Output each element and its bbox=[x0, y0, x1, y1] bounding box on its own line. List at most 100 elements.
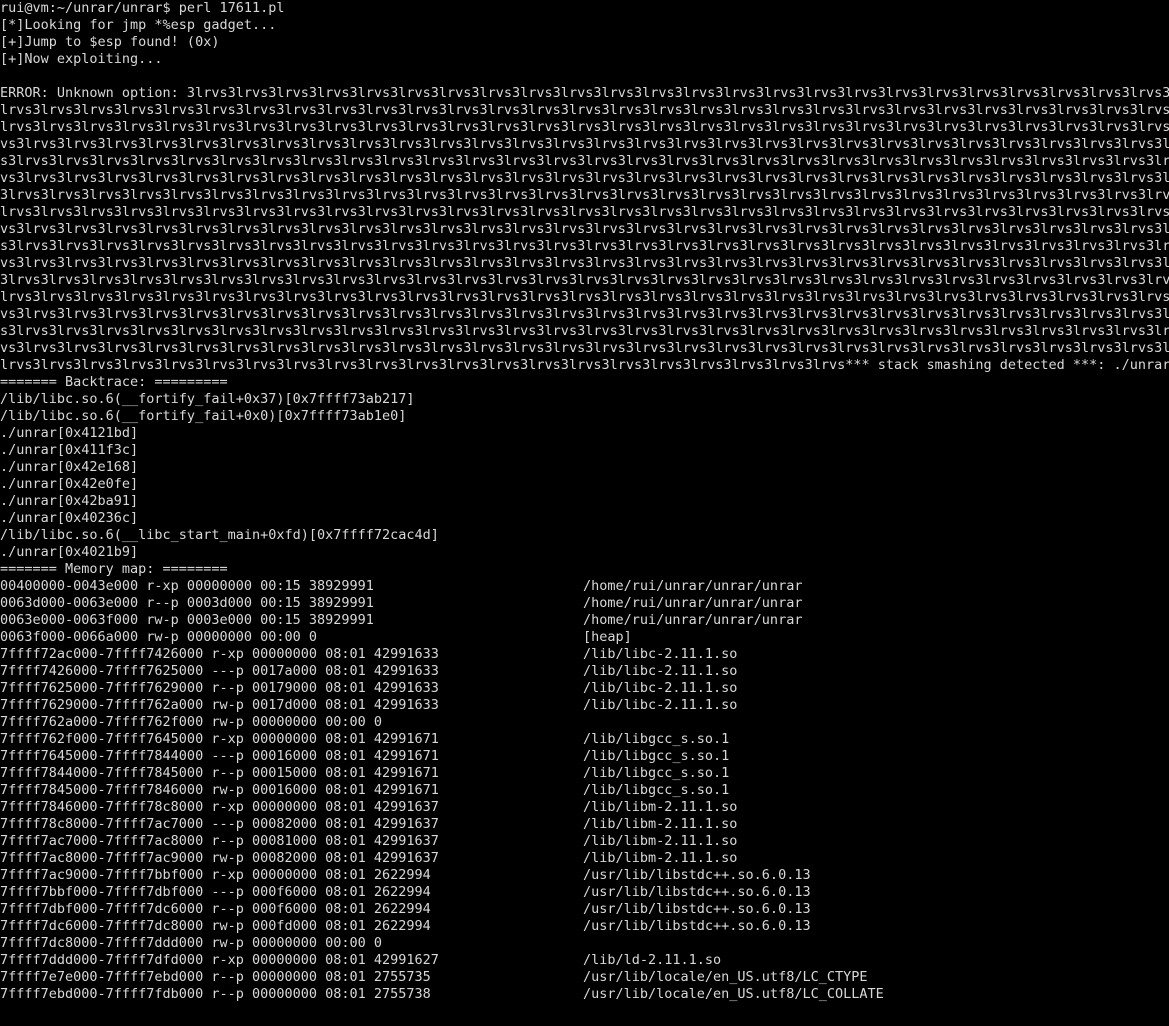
memory-map-path: /lib/libgcc_s.so.1 bbox=[583, 731, 730, 747]
memory-map-row: 7ffff7dc6000-7ffff7dc8000 rw-p 000fd000 … bbox=[0, 918, 1169, 935]
memory-map-path: /lib/ld-2.11.1.so bbox=[583, 952, 722, 968]
memory-map-range: 7ffff7ac7000-7ffff7ac8000 r--p 00081000 … bbox=[0, 833, 439, 849]
output-line: ./unrar[0x42ba91] bbox=[0, 493, 139, 509]
memory-map-range: 7ffff72ac000-7ffff7426000 r-xp 00000000 … bbox=[0, 646, 439, 662]
memory-map-range: 7ffff7ac9000-7ffff7bbf000 r-xp 00000000 … bbox=[0, 867, 431, 883]
output-line: s3lrvs3lrvs3lrvs3lrvs3lrvs3lrvs3lrvs3lrv… bbox=[0, 153, 1169, 169]
memory-map-path: /lib/libm-2.11.1.so bbox=[583, 833, 738, 849]
memory-map-path: /lib/libm-2.11.1.so bbox=[583, 850, 738, 866]
output-line: ./unrar[0x4121bd] bbox=[0, 425, 139, 441]
memory-map-path: /usr/lib/libstdc++.so.6.0.13 bbox=[583, 901, 811, 917]
output-line: ./unrar[0x4021b9] bbox=[0, 544, 139, 560]
memory-map-range: 7ffff7ddd000-7ffff7dfd000 r-xp 00000000 … bbox=[0, 952, 439, 968]
memory-map-row: 7ffff7426000-7ffff7625000 ---p 0017a000 … bbox=[0, 663, 1169, 680]
memory-map-row: 7ffff7ac8000-7ffff7ac9000 rw-p 00082000 … bbox=[0, 850, 1169, 867]
output-line: lrvs3lrvs3lrvs3lrvs3lrvs3lrvs3lrvs3lrvs3… bbox=[0, 102, 1169, 118]
memory-map-path: /lib/libc-2.11.1.so bbox=[583, 663, 738, 679]
memory-map-row: 7ffff7dc8000-7ffff7ddd000 rw-p 00000000 … bbox=[0, 935, 1169, 952]
memory-map-row: 0063f000-0066a000 rw-p 00000000 00:00 0 [… bbox=[0, 629, 1169, 646]
memory-map-range: 0063f000-0066a000 rw-p 00000000 00:00 0 bbox=[0, 629, 317, 645]
output-line: /lib/libc.so.6(__fortify_fail+0x0)[0x7ff… bbox=[0, 408, 407, 424]
output-line: ./unrar[0x40236c] bbox=[0, 510, 139, 526]
memory-map-range: 7ffff7dc6000-7ffff7dc8000 rw-p 000fd000 … bbox=[0, 918, 431, 934]
memory-map-path: /lib/libc-2.11.1.so bbox=[583, 697, 738, 713]
output-line: vs3lrvs3lrvs3lrvs3lrvs3lrvs3lrvs3lrvs3lr… bbox=[0, 136, 1169, 152]
memory-map-range: 7ffff7845000-7ffff7846000 rw-p 00016000 … bbox=[0, 782, 439, 798]
memory-map-range: 7ffff7e7e000-7ffff7ebd000 r--p 00000000 … bbox=[0, 969, 431, 985]
memory-map-range: 7ffff7dbf000-7ffff7dc6000 r--p 000f6000 … bbox=[0, 901, 431, 917]
output-line: s3lrvs3lrvs3lrvs3lrvs3lrvs3lrvs3lrvs3lrv… bbox=[0, 238, 1169, 254]
memory-map-range: 0063d000-0063e000 r--p 0003d000 00:15 38… bbox=[0, 595, 374, 611]
memory-map-range: 7ffff7629000-7ffff762a000 rw-p 0017d000 … bbox=[0, 697, 439, 713]
memory-map-range: 7ffff7426000-7ffff7625000 ---p 0017a000 … bbox=[0, 663, 439, 679]
memory-map-range: 7ffff7846000-7ffff78c8000 r-xp 00000000 … bbox=[0, 799, 439, 815]
memory-map-row: 7ffff762a000-7ffff762f000 rw-p 00000000 … bbox=[0, 714, 1169, 731]
output-line: ./unrar[0x411f3c] bbox=[0, 442, 139, 458]
output-line: vs3lrvs3lrvs3lrvs3lrvs3lrvs3lrvs3lrvs3lr… bbox=[0, 340, 1169, 356]
memory-map-path: /lib/libgcc_s.so.1 bbox=[583, 782, 730, 798]
memory-map-range: 0063e000-0063f000 rw-p 0003e000 00:15 38… bbox=[0, 612, 374, 628]
memory-map-path: /lib/libc-2.11.1.so bbox=[583, 646, 738, 662]
output-line: lrvs3lrvs3lrvs3lrvs3lrvs3lrvs3lrvs3lrvs3… bbox=[0, 357, 1169, 373]
memory-map-row: 7ffff7ddd000-7ffff7dfd000 r-xp 00000000 … bbox=[0, 952, 1169, 969]
memory-map-path: /home/rui/unrar/unrar/unrar bbox=[583, 612, 803, 628]
memory-map-range: 7ffff7645000-7ffff7844000 ---p 00016000 … bbox=[0, 748, 439, 764]
prompt-line: rui@vm:~/unrar/unrar$ perl 17611.pl bbox=[0, 0, 285, 16]
memory-map-range: 7ffff7844000-7ffff7845000 r--p 00015000 … bbox=[0, 765, 439, 781]
memory-map-range: 7ffff7625000-7ffff7629000 r--p 00179000 … bbox=[0, 680, 439, 696]
memory-map-row: 7ffff7846000-7ffff78c8000 r-xp 00000000 … bbox=[0, 799, 1169, 816]
memory-map-range: 00400000-0043e000 r-xp 00000000 00:15 38… bbox=[0, 578, 374, 594]
output-line: 3lrvs3lrvs3lrvs3lrvs3lrvs3lrvs3lrvs3lrvs… bbox=[0, 272, 1169, 288]
output-line: vs3lrvs3lrvs3lrvs3lrvs3lrvs3lrvs3lrvs3lr… bbox=[0, 221, 1169, 237]
output-line: /lib/libc.so.6(__libc_start_main+0xfd)[0… bbox=[0, 527, 439, 543]
output-line: lrvs3lrvs3lrvs3lrvs3lrvs3lrvs3lrvs3lrvs3… bbox=[0, 289, 1169, 305]
output-line: ERROR: Unknown option: 3lrvs3lrvs3lrvs3l… bbox=[0, 85, 1169, 101]
output-line: lrvs3lrvs3lrvs3lrvs3lrvs3lrvs3lrvs3lrvs3… bbox=[0, 204, 1169, 220]
memory-map-row: 7ffff7e7e000-7ffff7ebd000 r--p 00000000 … bbox=[0, 969, 1169, 986]
memory-map-row: 7ffff7ac7000-7ffff7ac8000 r--p 00081000 … bbox=[0, 833, 1169, 850]
memory-map-path: /home/rui/unrar/unrar/unrar bbox=[583, 595, 803, 611]
memory-map-row: 7ffff7ebd000-7ffff7fdb000 r--p 00000000 … bbox=[0, 986, 1169, 1003]
memory-map-path: /usr/lib/locale/en_US.utf8/LC_COLLATE bbox=[583, 986, 884, 1002]
memory-map-row: 00400000-0043e000 r-xp 00000000 00:15 38… bbox=[0, 578, 1169, 595]
terminal-window[interactable]: rui@vm:~/unrar/unrar$ perl 17611.pl [*]L… bbox=[0, 0, 1169, 1026]
output-line: ======= Backtrace: ========= bbox=[0, 374, 228, 390]
output-line: vs3lrvs3lrvs3lrvs3lrvs3lrvs3lrvs3lrvs3lr… bbox=[0, 255, 1169, 271]
memory-map-path: /usr/lib/locale/en_US.utf8/LC_CTYPE bbox=[583, 969, 868, 985]
memory-map-row: 7ffff72ac000-7ffff7426000 r-xp 00000000 … bbox=[0, 646, 1169, 663]
output-line: ======= Memory map: ======== bbox=[0, 561, 228, 577]
output-line: [*]Looking for jmp *%esp gadget... bbox=[0, 17, 277, 33]
memory-map-row: 7ffff78c8000-7ffff7ac7000 ---p 00082000 … bbox=[0, 816, 1169, 833]
memory-map-row: 0063e000-0063f000 rw-p 0003e000 00:15 38… bbox=[0, 612, 1169, 629]
memory-map-row: 7ffff7844000-7ffff7845000 r--p 00015000 … bbox=[0, 765, 1169, 782]
memory-map-row: 7ffff7629000-7ffff762a000 rw-p 0017d000 … bbox=[0, 697, 1169, 714]
output-line: ./unrar[0x42e0fe] bbox=[0, 476, 139, 492]
memory-map-path: /usr/lib/libstdc++.so.6.0.13 bbox=[583, 918, 811, 934]
memory-map-row: 7ffff7ac9000-7ffff7bbf000 r-xp 00000000 … bbox=[0, 867, 1169, 884]
memory-map-path: /home/rui/unrar/unrar/unrar bbox=[583, 578, 803, 594]
memory-map-range: 7ffff762f000-7ffff7645000 r-xp 00000000 … bbox=[0, 731, 439, 747]
memory-map-range: 7ffff762a000-7ffff762f000 rw-p 00000000 … bbox=[0, 714, 383, 730]
memory-map-path: /lib/libm-2.11.1.so bbox=[583, 799, 738, 815]
output-line: [+]Jump to $esp found! (0x) bbox=[0, 34, 220, 50]
output-line: [+]Now exploiting... bbox=[0, 51, 163, 67]
memory-map-row: 7ffff762f000-7ffff7645000 r-xp 00000000 … bbox=[0, 731, 1169, 748]
memory-map-row: 7ffff7bbf000-7ffff7dbf000 ---p 000f6000 … bbox=[0, 884, 1169, 901]
output-line: s3lrvs3lrvs3lrvs3lrvs3lrvs3lrvs3lrvs3lrv… bbox=[0, 323, 1169, 339]
memory-map-row: 7ffff7dbf000-7ffff7dc6000 r--p 000f6000 … bbox=[0, 901, 1169, 918]
output-line: lrvs3lrvs3lrvs3lrvs3lrvs3lrvs3lrvs3lrvs3… bbox=[0, 119, 1169, 135]
memory-map-path: /lib/libgcc_s.so.1 bbox=[583, 748, 730, 764]
output-line: ./unrar[0x42e168] bbox=[0, 459, 139, 475]
memory-map-range: 7ffff7ac8000-7ffff7ac9000 rw-p 00082000 … bbox=[0, 850, 439, 866]
memory-map-path: [heap] bbox=[583, 629, 632, 645]
memory-map-row: 7ffff7625000-7ffff7629000 r--p 00179000 … bbox=[0, 680, 1169, 697]
memory-map-list: 00400000-0043e000 r-xp 00000000 00:15 38… bbox=[0, 578, 1169, 1003]
memory-map-range: 7ffff78c8000-7ffff7ac7000 ---p 00082000 … bbox=[0, 816, 439, 832]
memory-map-path: /usr/lib/libstdc++.so.6.0.13 bbox=[583, 884, 811, 900]
memory-map-path: /lib/libgcc_s.so.1 bbox=[583, 765, 730, 781]
output-line: vs3lrvs3lrvs3lrvs3lrvs3lrvs3lrvs3lrvs3lr… bbox=[0, 170, 1169, 186]
memory-map-range: 7ffff7dc8000-7ffff7ddd000 rw-p 00000000 … bbox=[0, 935, 383, 951]
memory-map-row: 7ffff7845000-7ffff7846000 rw-p 00016000 … bbox=[0, 782, 1169, 799]
memory-map-range: 7ffff7bbf000-7ffff7dbf000 ---p 000f6000 … bbox=[0, 884, 431, 900]
